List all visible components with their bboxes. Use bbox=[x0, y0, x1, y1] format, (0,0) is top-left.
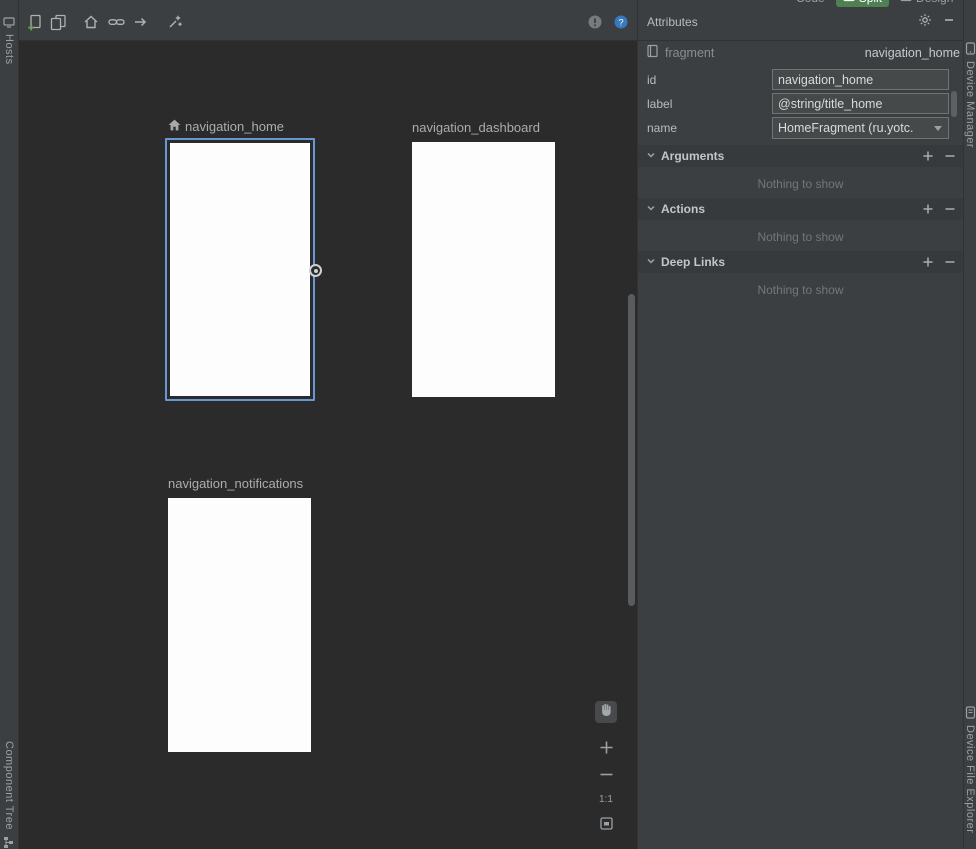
device-manager-label: Device Manager bbox=[964, 61, 976, 148]
tab-design[interactable]: Design bbox=[900, 0, 953, 5]
new-destination-button[interactable] bbox=[26, 13, 44, 31]
add-deep-link-button[interactable] bbox=[922, 256, 934, 268]
id-field-row: id bbox=[638, 69, 963, 91]
name-field-label: name bbox=[647, 121, 677, 135]
pan-tool-button[interactable] bbox=[595, 701, 617, 723]
hosts-label: Hosts bbox=[3, 34, 15, 65]
tab-design-label: Design bbox=[916, 0, 953, 5]
fragment-label-dashboard[interactable]: navigation_dashboard bbox=[412, 120, 540, 135]
deep-link-button[interactable] bbox=[107, 13, 125, 31]
component-tree-tool-button[interactable]: Component Tree bbox=[0, 741, 18, 848]
editor-mode-tabs: Code Split Design bbox=[780, 0, 963, 8]
label-field-row: label bbox=[638, 93, 963, 115]
component-type-label: fragment bbox=[665, 46, 714, 60]
add-argument-button[interactable] bbox=[922, 150, 934, 162]
auto-arrange-button[interactable] bbox=[166, 13, 184, 31]
zoom-to-fit-button[interactable] bbox=[600, 817, 613, 830]
component-id-value: navigation_home bbox=[865, 46, 960, 60]
section-deep-links-title: Deep Links bbox=[661, 255, 725, 269]
fragment-label-notifications[interactable]: navigation_notifications bbox=[168, 476, 303, 491]
design-canvas[interactable]: navigation_home navigation_dashboard nav… bbox=[19, 41, 637, 849]
device-manager-icon bbox=[965, 42, 976, 55]
deep-links-empty-text: Nothing to show bbox=[638, 283, 963, 297]
fragment-preview-dashboard[interactable] bbox=[412, 142, 555, 397]
label-field-label: label bbox=[647, 97, 672, 111]
device-file-explorer-tool-button[interactable]: Device File Explorer bbox=[964, 706, 976, 833]
section-actions[interactable]: Actions bbox=[638, 198, 963, 220]
component-tree-icon bbox=[3, 836, 15, 848]
name-dropdown-value: HomeFragment (ru.yotc. bbox=[778, 121, 932, 135]
tab-split-label: Split bbox=[859, 0, 882, 5]
designer-toolbar: ? bbox=[19, 0, 637, 41]
chevron-down-icon bbox=[646, 147, 656, 165]
actions-empty-text: Nothing to show bbox=[638, 230, 963, 244]
attributes-panel: Attributes fragment navigation_home id l… bbox=[637, 0, 963, 849]
zoom-in-button[interactable] bbox=[599, 740, 614, 755]
arguments-empty-text: Nothing to show bbox=[638, 177, 963, 191]
device-manager-tool-button[interactable]: Device Manager bbox=[964, 42, 976, 148]
tab-split[interactable]: Split bbox=[836, 0, 889, 7]
device-file-explorer-icon bbox=[965, 706, 976, 719]
fragment-label-text: navigation_notifications bbox=[168, 476, 303, 491]
right-tool-rail: Device Manager Device File Explorer bbox=[963, 0, 976, 849]
canvas-scrollbar[interactable] bbox=[628, 294, 635, 606]
chevron-down-icon bbox=[934, 126, 942, 131]
fragment-label-text: navigation_home bbox=[185, 119, 284, 134]
fragment-preview-surface bbox=[170, 143, 310, 396]
svg-text:?: ? bbox=[618, 17, 623, 28]
chevron-down-icon bbox=[646, 200, 656, 218]
action-arrow-button[interactable] bbox=[132, 13, 150, 31]
remove-action-button[interactable] bbox=[944, 203, 956, 215]
section-arguments-title: Arguments bbox=[661, 149, 724, 163]
section-actions-title: Actions bbox=[661, 202, 705, 216]
component-tree-label: Component Tree bbox=[3, 741, 15, 830]
section-deep-links[interactable]: Deep Links bbox=[638, 251, 963, 273]
id-input[interactable] bbox=[772, 69, 949, 90]
name-field-row: name HomeFragment (ru.yotc. bbox=[638, 117, 963, 139]
label-input[interactable] bbox=[772, 93, 949, 114]
add-action-button[interactable] bbox=[922, 203, 934, 215]
fragment-preview-home[interactable] bbox=[165, 138, 315, 401]
issues-icon[interactable] bbox=[586, 13, 604, 31]
hosts-tool-button[interactable]: Hosts bbox=[0, 16, 18, 65]
device-file-explorer-label: Device File Explorer bbox=[964, 725, 976, 833]
fragment-icon bbox=[647, 44, 658, 63]
section-arguments[interactable]: Arguments bbox=[638, 145, 963, 167]
remove-deep-link-button[interactable] bbox=[944, 256, 956, 268]
fragment-preview-notifications[interactable] bbox=[168, 498, 311, 752]
id-field-label: id bbox=[647, 73, 656, 87]
design-icon bbox=[900, 0, 912, 5]
tab-code[interactable]: Code bbox=[780, 0, 825, 5]
remove-argument-button[interactable] bbox=[944, 150, 956, 162]
start-destination-home-icon bbox=[168, 119, 181, 134]
help-button[interactable]: ? bbox=[612, 13, 630, 31]
hide-panel-icon[interactable] bbox=[942, 13, 956, 27]
tab-code-label: Code bbox=[796, 0, 825, 5]
fragment-label-text: navigation_dashboard bbox=[412, 120, 540, 135]
home-button[interactable] bbox=[82, 13, 100, 31]
gear-icon[interactable] bbox=[918, 13, 932, 27]
zoom-out-button[interactable] bbox=[599, 767, 614, 782]
component-type-row: fragment navigation_home bbox=[647, 45, 960, 61]
hand-icon bbox=[599, 702, 614, 722]
zoom-scale-label: 1:1 bbox=[591, 794, 621, 805]
chevron-down-icon bbox=[646, 253, 656, 271]
panel-scrollbar[interactable] bbox=[951, 91, 957, 117]
split-icon bbox=[843, 0, 855, 5]
left-tool-rail: Hosts Component Tree bbox=[0, 0, 19, 849]
attributes-title: Attributes bbox=[647, 15, 698, 29]
action-handle[interactable] bbox=[309, 264, 322, 277]
code-icon bbox=[780, 0, 792, 5]
nested-graph-button[interactable] bbox=[49, 13, 67, 31]
hosts-icon bbox=[3, 16, 15, 28]
fragment-label-home[interactable]: navigation_home bbox=[168, 119, 284, 134]
name-dropdown[interactable]: HomeFragment (ru.yotc. bbox=[772, 117, 949, 139]
